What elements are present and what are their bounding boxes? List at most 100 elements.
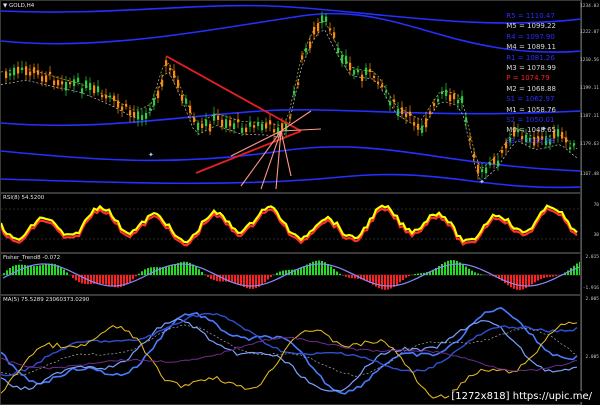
candle <box>129 110 132 116</box>
candle <box>101 94 104 98</box>
ma-band-line-1 <box>1 306 578 395</box>
candle <box>165 60 168 66</box>
rsi-axis-label-high: 70 <box>593 203 599 208</box>
fisher-bar-positive <box>21 264 23 275</box>
fisher-bar-positive <box>177 263 179 275</box>
watermark: [1272x818] https://upic.me/ <box>449 391 594 402</box>
fisher-bar-positive <box>468 268 470 275</box>
fisher-bar-negative <box>75 275 77 281</box>
candle <box>141 115 144 120</box>
candle <box>465 117 468 123</box>
candle <box>573 143 576 146</box>
candle <box>189 105 192 113</box>
candle <box>209 123 212 132</box>
fisher-bar-positive <box>33 266 35 275</box>
fisher-bar-negative <box>96 275 98 284</box>
rsi-chart[interactable] <box>1 194 581 253</box>
candle <box>105 94 108 99</box>
fisher-bar-negative <box>261 275 263 285</box>
price-axis[interactable]: 1234.03 1222.07 1210.56 1199.11 1187.11 1179.… <box>580 0 600 193</box>
candle <box>441 91 444 94</box>
fisher-bar-negative <box>408 275 410 277</box>
candle <box>217 115 220 120</box>
fisher-bar-negative <box>234 275 236 284</box>
trendline-upper <box>165 55 302 132</box>
pivot-level: M1 = 1058.76 <box>506 105 556 114</box>
fisher-bar-positive <box>42 264 44 275</box>
fisher-axis[interactable]: 2.015 -1.916 <box>581 253 600 295</box>
fisher-bar-positive <box>282 270 284 275</box>
candle <box>313 26 316 35</box>
candle <box>425 118 428 128</box>
fisher-bar-positive <box>6 270 8 275</box>
fisher-bar-positive <box>474 272 476 275</box>
candle <box>125 104 128 107</box>
ma-pane[interactable]: MA(5) 75.5289 23060373.0290 <box>0 295 581 405</box>
candle <box>241 127 244 133</box>
fisher-bar-negative <box>402 275 404 280</box>
ma-axis[interactable]: 2.005 2.005 <box>581 295 600 405</box>
fisher-pane[interactable]: Fisher_Trend8 -0.072 <box>0 253 581 295</box>
fisher-bar-positive <box>465 266 467 275</box>
pivot-level: S2 = 1050.01 <box>506 116 555 125</box>
fisher-bar-negative <box>522 275 524 290</box>
candle <box>569 147 572 150</box>
candle <box>17 66 20 74</box>
fisher-bar-negative <box>249 275 251 289</box>
candle <box>409 111 412 116</box>
rsi-line <box>1 204 578 244</box>
fisher-bar-negative <box>135 275 137 277</box>
signal-arrow-icon: ✦ <box>148 151 154 159</box>
fisher-bar-positive <box>168 266 170 275</box>
candle <box>293 90 296 95</box>
fisher-bar-negative <box>231 275 233 283</box>
fisher-bar-negative <box>252 275 254 289</box>
candle <box>9 73 12 76</box>
fisher-bar-negative <box>399 275 401 283</box>
candle <box>201 123 204 128</box>
fisher-bar-negative <box>99 275 101 284</box>
fisher-bar-positive <box>276 272 278 275</box>
candle <box>213 113 216 121</box>
fisher-bar-negative <box>207 275 209 277</box>
candle <box>173 70 176 78</box>
candle <box>93 85 96 94</box>
price-axis-label: 1187.11 <box>580 114 599 119</box>
fisher-bar-positive <box>312 261 314 275</box>
fisher-bar-positive <box>60 267 62 275</box>
fisher-bar-positive <box>165 266 167 275</box>
candle <box>265 123 268 129</box>
fisher-bar-negative <box>210 275 212 279</box>
fisher-bar-positive <box>480 274 482 275</box>
ma-chart[interactable] <box>1 296 581 405</box>
fisher-bar-negative <box>381 275 383 290</box>
candle <box>489 162 492 166</box>
ma-label: MA(5) 75.5289 23060373.0290 <box>3 297 90 303</box>
candle <box>289 116 292 119</box>
rsi-pane[interactable]: RSI(8) 54.5200 <box>0 193 581 253</box>
fisher-bar-negative <box>132 275 134 280</box>
candle <box>149 108 152 111</box>
pivot-level: M0 = 1048.65 <box>506 126 556 135</box>
candle <box>109 95 112 98</box>
fisher-bar-positive <box>138 273 140 275</box>
fisher-chart[interactable] <box>1 254 581 295</box>
candle <box>177 80 180 88</box>
fisher-bar-negative <box>72 275 74 278</box>
fisher-bar-negative <box>387 275 389 290</box>
candle <box>401 107 404 115</box>
price-chart-pane[interactable]: ▼ GOLD,H4 ✦ ✦ ✦ R5 = 1110.47 M5 = 1099.22 R4… <box>0 0 581 193</box>
candle <box>45 75 48 82</box>
candle <box>65 82 68 91</box>
upper-band-outer <box>1 4 580 24</box>
price-chart[interactable]: ✦✦✦ <box>1 1 581 193</box>
fisher-bar-positive <box>477 273 479 275</box>
fisher-bar-positive <box>327 264 329 275</box>
candle <box>181 94 184 101</box>
ma-axis-label-high: 2.005 <box>585 297 599 302</box>
rsi-axis[interactable]: 70 30 <box>581 193 600 253</box>
candle <box>405 113 408 118</box>
fisher-bar-positive <box>39 265 41 275</box>
fisher-bar-negative <box>549 275 551 277</box>
candle <box>497 160 500 167</box>
